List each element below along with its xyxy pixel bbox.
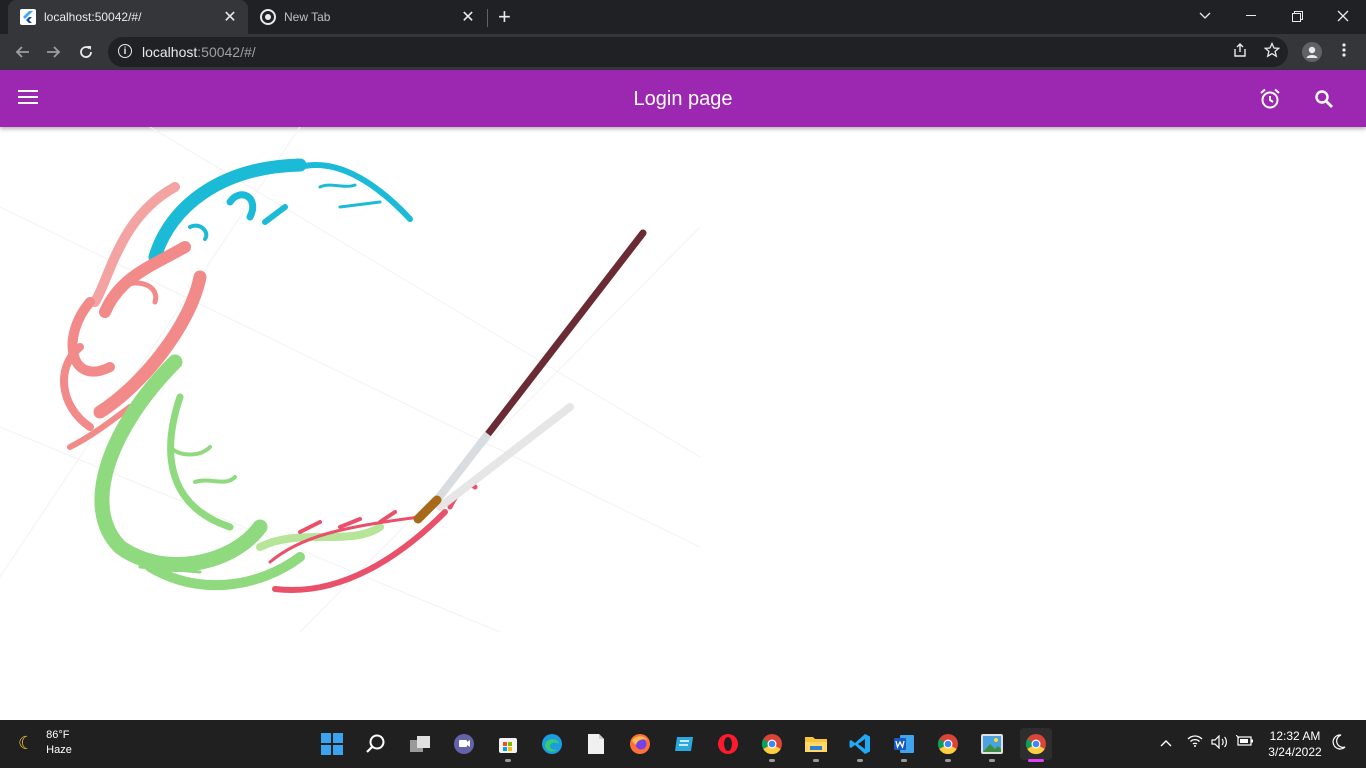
tab-localhost[interactable]: localhost:50042/#/ ✕ <box>8 0 248 34</box>
forward-icon[interactable] <box>42 40 66 64</box>
tab-divider <box>487 9 488 27</box>
tab-search-icon[interactable] <box>1182 0 1228 32</box>
firefox-icon[interactable] <box>624 728 656 760</box>
system-clock[interactable]: 12:32 AM 3/24/2022 <box>1262 728 1328 760</box>
chrome-dev-icon[interactable] <box>756 728 788 762</box>
photos-icon[interactable] <box>976 728 1008 762</box>
close-tab-icon[interactable]: ✕ <box>220 7 240 27</box>
browser-toolbar: i localhost:50042/#/ <box>0 34 1366 70</box>
weather-widget[interactable]: ☾ 86°F Haze <box>18 728 72 758</box>
microsoft-store-icon[interactable] <box>492 728 524 762</box>
teams-chat-icon[interactable] <box>448 728 480 760</box>
share-icon[interactable] <box>1230 42 1250 62</box>
chevron-up-icon[interactable] <box>1160 735 1172 750</box>
weather-temp: 86°F <box>46 729 70 741</box>
restore-icon[interactable] <box>1274 0 1320 32</box>
tab-new-tab[interactable]: New Tab ✕ <box>250 0 486 34</box>
chrome-icon <box>260 9 276 25</box>
close-window-icon[interactable] <box>1320 0 1366 32</box>
profile-icon[interactable] <box>1302 42 1322 62</box>
start-icon[interactable] <box>316 728 348 760</box>
moon-icon: ☾ <box>18 732 35 753</box>
tab-title: localhost:50042/#/ <box>44 10 142 24</box>
alarm-icon[interactable] <box>1258 87 1282 111</box>
opera-icon[interactable] <box>712 728 744 760</box>
address-bar[interactable]: i localhost:50042/#/ <box>108 37 1288 67</box>
paintbrush <box>413 229 647 524</box>
bookmark-star-icon[interactable] <box>1262 41 1282 62</box>
vscode-icon[interactable] <box>844 728 876 762</box>
file-explorer-icon[interactable] <box>800 728 832 762</box>
file-icon[interactable] <box>580 728 612 760</box>
page-title: Login page <box>633 88 733 110</box>
wifi-icon[interactable] <box>1187 735 1203 750</box>
clock-date: 3/24/2022 <box>1268 745 1322 759</box>
watermark <box>0 127 700 632</box>
focus-assist-icon[interactable] <box>1332 734 1346 753</box>
green-calligraphy <box>94 354 384 591</box>
close-tab-icon[interactable]: ✕ <box>458 7 478 27</box>
more-menu-icon[interactable] <box>1334 42 1354 62</box>
app-icon[interactable] <box>668 728 700 760</box>
task-view-icon[interactable] <box>404 728 436 760</box>
minimize-icon[interactable] <box>1228 0 1274 32</box>
taskbar: ☾ 86°F Haze 12:32 AM 3/24/2022 <box>0 720 1366 768</box>
site-info-icon[interactable]: i <box>118 44 132 58</box>
brush-shadow <box>436 403 574 511</box>
tab-title: New Tab <box>284 10 331 24</box>
flutter-icon <box>20 9 36 25</box>
browser-tab-strip: localhost:50042/#/ ✕ New Tab ✕ + <box>0 0 1366 34</box>
battery-icon[interactable] <box>1235 734 1254 750</box>
clock-time: 12:32 AM <box>1269 729 1321 743</box>
back-icon[interactable] <box>10 40 34 64</box>
edge-icon[interactable] <box>536 728 568 760</box>
new-tab-button[interactable]: + <box>498 5 511 29</box>
volume-icon[interactable] <box>1211 734 1229 752</box>
search-taskbar-icon[interactable] <box>360 728 392 760</box>
app-bar: Login page <box>0 70 1366 127</box>
word-icon[interactable] <box>888 728 920 762</box>
chrome-taskbar-icon[interactable] <box>1020 728 1052 762</box>
reload-icon[interactable] <box>74 40 98 64</box>
search-icon[interactable] <box>1312 87 1336 111</box>
url-text: localhost:50042/#/ <box>142 44 256 60</box>
cyan-calligraphy <box>148 158 413 264</box>
calligraphy-image <box>0 127 700 632</box>
chrome-beta-icon[interactable] <box>932 728 964 762</box>
weather-condition: Haze <box>46 744 72 756</box>
